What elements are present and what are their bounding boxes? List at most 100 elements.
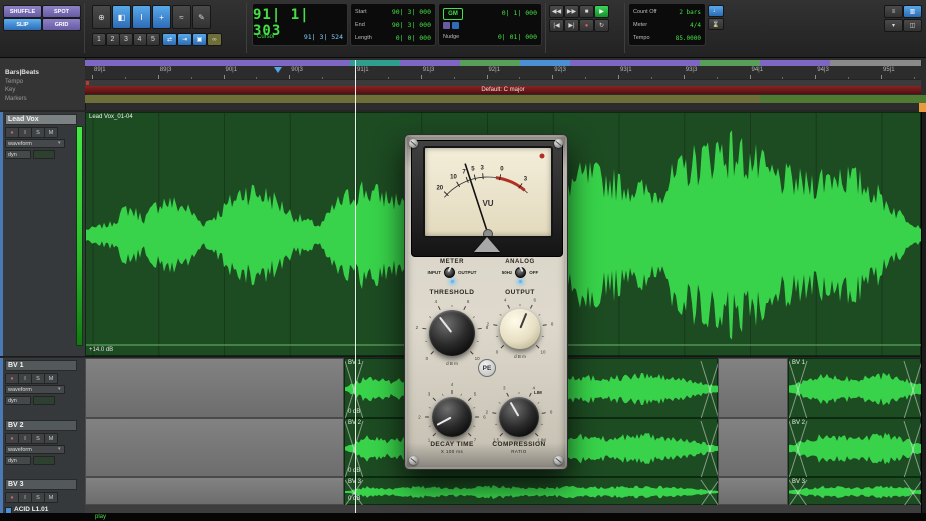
input-monitor-button[interactable]: I: [18, 127, 32, 138]
nudge-value[interactable]: 0| 01| 000: [498, 33, 537, 41]
record-enable-button[interactable]: ●: [5, 127, 19, 138]
audio-clip[interactable]: BV 3: [788, 477, 921, 505]
selector-tool[interactable]: I: [132, 5, 151, 29]
empty-clip[interactable]: [85, 477, 344, 505]
record-enable-button[interactable]: ●: [5, 492, 19, 503]
mute-button[interactable]: M: [44, 373, 58, 384]
midi-merge-button[interactable]: [443, 22, 450, 29]
ruler-name-tempo[interactable]: Tempo: [5, 79, 23, 85]
trim-tool[interactable]: ◧: [112, 5, 131, 29]
record-enable-button[interactable]: ●: [5, 373, 19, 384]
tempo-ruler[interactable]: [85, 79, 921, 86]
rewind-button[interactable]: ◀◀: [549, 5, 564, 18]
empty-clip[interactable]: [85, 418, 344, 477]
edit-mode-shuffle[interactable]: SHUFFLE: [3, 5, 42, 18]
mute-button[interactable]: M: [44, 433, 58, 444]
pan-display[interactable]: [33, 396, 55, 405]
track-view-selector[interactable]: waveform: [5, 139, 65, 148]
start-value[interactable]: 90| 3| 000: [392, 8, 431, 16]
count-off-value[interactable]: 2 bars: [679, 9, 701, 16]
audio-clip[interactable]: BV 30 dB: [344, 477, 718, 505]
zoomer-tool[interactable]: ⊕: [92, 5, 111, 29]
solo-button[interactable]: S: [31, 492, 45, 503]
zoom-preset-3[interactable]: 3: [119, 33, 133, 46]
track-name[interactable]: BV 1: [5, 360, 77, 371]
pan-display[interactable]: [33, 456, 55, 465]
compressor-plugin-window[interactable]: 201075303VU METER INPUT OUTPUT ANALOG 50…: [404, 134, 568, 470]
empty-clip[interactable]: [85, 358, 344, 418]
grabber-tool[interactable]: +: [152, 5, 171, 29]
go-to-end-button[interactable]: ▶|: [564, 19, 579, 32]
track-view-selector[interactable]: waveform: [5, 385, 65, 394]
empty-clip[interactable]: [718, 477, 788, 505]
automation-mode-selector[interactable]: dyn: [5, 396, 31, 405]
pan-display[interactable]: [33, 150, 55, 159]
empty-clip[interactable]: [718, 358, 788, 418]
metronome-button[interactable]: ♩: [708, 5, 724, 17]
record-button[interactable]: ●: [579, 19, 594, 32]
zoom-preset-1[interactable]: 1: [92, 33, 106, 46]
track-name[interactable]: Lead Vox: [5, 114, 77, 125]
edit-mode-grid[interactable]: GRID: [42, 18, 81, 31]
zoom-preset-4[interactable]: 4: [133, 33, 147, 46]
mirror-edit-button[interactable]: ▣: [192, 33, 207, 46]
conductor-button[interactable]: [452, 22, 459, 29]
link-selection-button[interactable]: ∞: [207, 33, 222, 46]
threshold-knob[interactable]: [429, 310, 475, 356]
input-monitor-button[interactable]: I: [18, 373, 32, 384]
count-in-button[interactable]: ⌛: [708, 18, 724, 30]
markers-ruler[interactable]: [85, 95, 921, 103]
ruler-name-key[interactable]: Key: [5, 86, 15, 94]
meter-value[interactable]: 4/4: [690, 22, 701, 29]
vertical-scrollbar[interactable]: [921, 110, 926, 513]
output-meters-button[interactable]: ▥: [903, 5, 922, 18]
record-enable-button[interactable]: ●: [5, 433, 19, 444]
ruler-content[interactable]: 89|189|390|190|391|191|392|192|393|193|3…: [85, 58, 921, 110]
grid-options-button[interactable]: ≡: [884, 5, 903, 18]
tab-to-transient-button[interactable]: ⇥: [177, 33, 192, 46]
play-button[interactable]: ▶: [594, 5, 609, 18]
input-monitor-button[interactable]: I: [18, 492, 32, 503]
zoom-preset-2[interactable]: 2: [106, 33, 120, 46]
solo-button[interactable]: S: [31, 127, 45, 138]
track-name[interactable]: BV 3: [5, 479, 77, 490]
mute-button[interactable]: M: [44, 127, 58, 138]
analog-toggle-switch[interactable]: [515, 267, 526, 278]
compression-ratio-knob[interactable]: [499, 397, 539, 437]
track-name[interactable]: BV 2: [5, 420, 77, 431]
track-name[interactable]: ACID L1.01: [12, 505, 80, 513]
window-config-button[interactable]: ◫: [903, 19, 922, 32]
empty-clip[interactable]: [718, 418, 788, 477]
input-monitor-button[interactable]: I: [18, 433, 32, 444]
ruler-name-markers[interactable]: Markers: [5, 95, 27, 103]
zoom-preset-5[interactable]: 5: [146, 33, 160, 46]
end-value[interactable]: 90| 3| 000: [392, 21, 431, 29]
decay-time-knob[interactable]: [432, 397, 472, 437]
audio-clip[interactable]: BV 2: [788, 418, 921, 477]
output-knob[interactable]: [500, 309, 540, 349]
solo-button[interactable]: S: [31, 373, 45, 384]
gm-button[interactable]: GM: [443, 8, 463, 20]
zoom-toggle-button[interactable]: ⇄: [162, 33, 177, 46]
edit-mode-spot[interactable]: SPOT: [42, 5, 81, 18]
pencil-tool[interactable]: ✎: [192, 5, 211, 29]
track-lane-bv-3[interactable]: BV 30 dB BV 3: [85, 477, 921, 506]
length-value[interactable]: 0| 0| 000: [396, 34, 431, 42]
bars-beats-ruler[interactable]: 89|189|390|190|391|191|392|192|393|193|3…: [85, 67, 921, 79]
return-to-zero-button[interactable]: |◀: [549, 19, 564, 32]
stop-button[interactable]: ■: [579, 5, 594, 18]
automation-mode-selector[interactable]: dyn: [5, 456, 31, 465]
fast-forward-button[interactable]: ▶▶: [564, 5, 579, 18]
pre-roll-value[interactable]: 0| 1| 000: [502, 9, 537, 17]
mute-button[interactable]: M: [44, 492, 58, 503]
audio-clip[interactable]: BV 1: [788, 358, 921, 418]
toolbar-menu-button[interactable]: ▾: [884, 19, 903, 32]
track-view-selector[interactable]: waveform: [5, 445, 65, 454]
automation-mode-selector[interactable]: dyn: [5, 150, 31, 159]
key-ruler[interactable]: Default: C major: [85, 86, 921, 94]
tempo-value[interactable]: 85.0000: [676, 35, 701, 42]
loop-button[interactable]: ↻: [594, 19, 609, 32]
solo-button[interactable]: S: [31, 433, 45, 444]
ruler-name-bars-beats[interactable]: Bars|Beats: [5, 67, 39, 79]
scrubber-tool[interactable]: ≈: [172, 5, 191, 29]
